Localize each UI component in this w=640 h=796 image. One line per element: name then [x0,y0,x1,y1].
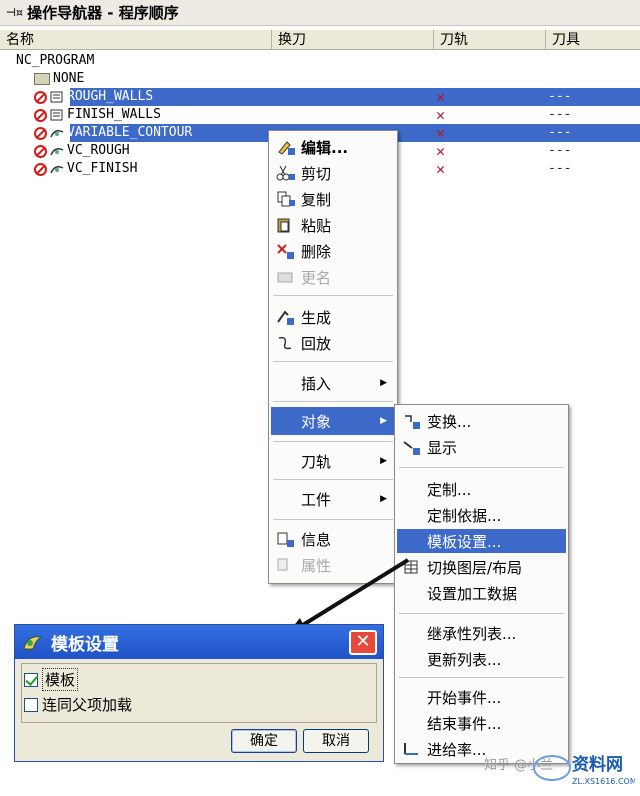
options-group: 模板 连同父项加载 [21,663,377,723]
template-checkbox[interactable] [24,672,38,687]
watermark-logo: 资料网 ZL.XS1616.COM [533,754,635,786]
svg-text:资料网: 资料网 [572,754,623,775]
toolpath-missing-icon: ✕ [436,88,446,106]
template-setup-dialog: 模板设置 ✕ 模板 连同父项加载 确定 取消 [14,624,384,762]
load-with-parent-label: 连同父项加载 [42,696,133,714]
toolpath-missing-icon: ✕ [436,160,446,178]
svg-text:ZL.XS1616.COM: ZL.XS1616.COM [572,777,635,786]
tool-value: --- [548,143,572,158]
close-button[interactable]: ✕ [349,630,377,655]
contour-mill-icon [50,148,64,156]
operation-label: VC_ROUGH [67,143,130,158]
tool-value: --- [548,89,572,104]
app-window: ⊣¤ 操作导航器 - 程序顺序 名称 换刀 刀轨 刀具 NC_PROGRAM N… [0,0,640,796]
contour-mill-icon [50,166,64,174]
load-with-parent-row[interactable]: 连同父项加载 [24,694,132,715]
load-with-parent-checkbox[interactable] [24,697,38,712]
planar-mill-icon [50,109,63,121]
app-icon [23,636,43,650]
operation-label: VC_FINISH [67,161,138,176]
operation-label: VARIABLE_CONTOUR [67,125,193,140]
program-label: NC_PROGRAM [16,53,95,68]
ok-button[interactable]: 确定 [231,729,297,753]
toolpath-missing-icon: ✕ [436,142,446,160]
template-checkbox-label: 模板 [42,668,79,691]
dialog-title: 模板设置 [51,634,119,655]
planar-mill-icon [50,91,63,103]
template-checkbox-row[interactable]: 模板 [24,668,79,691]
toolpath-missing-icon: ✕ [436,106,446,124]
operation-label: FINISH_WALLS [67,107,161,122]
contour-mill-icon [50,130,64,138]
tool-value: --- [548,161,572,176]
dialog-title-bar: 模板设置 ✕ [15,625,383,659]
toolpath-missing-icon: ✕ [436,124,446,142]
cancel-button[interactable]: 取消 [303,729,369,753]
group-label: NONE [53,71,85,86]
tool-value: --- [548,125,572,140]
tool-value: --- [548,107,572,122]
operation-label: ROUGH_WALLS [67,89,154,104]
